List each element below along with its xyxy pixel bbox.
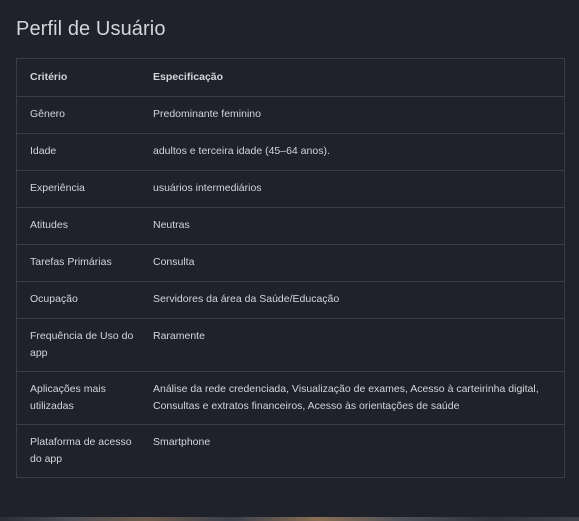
table-row: Frequência de Uso do app Raramente: [17, 318, 564, 372]
row-specification: Smartphone: [153, 436, 211, 448]
table-row: Idade adultos e terceira idade (45–64 an…: [17, 133, 564, 171]
row-specification: Consulta: [140, 244, 564, 282]
row-criterion: Gênero: [17, 96, 140, 134]
row-criterion: Experiência: [17, 170, 140, 208]
row-criterion: Frequência de Uso do app: [17, 318, 140, 372]
profile-table: Critério Especificação Gênero Predominan…: [17, 59, 564, 477]
table-row: Atitudes Neutras: [17, 207, 564, 245]
row-specification: Análise da rede credenciada, Visualizaçã…: [140, 371, 564, 425]
bottom-image-strip: [0, 517, 579, 521]
table-header-row: Critério Especificação: [17, 59, 564, 97]
table-row: Ocupação Servidores da área da Saúde/Edu…: [17, 281, 564, 319]
row-specification: usuários intermediários: [140, 170, 564, 208]
user-profile-table: Critério Especificação Gênero Predominan…: [16, 58, 565, 478]
table-row: Tarefas Primárias Consulta: [17, 244, 564, 282]
row-criterion: Atitudes: [17, 207, 140, 245]
row-specification: Predominante feminino: [140, 96, 564, 134]
header-criterio: Critério: [17, 59, 140, 97]
table-row: Experiência usuários intermediários: [17, 170, 564, 208]
row-criterion: Tarefas Primárias: [17, 244, 140, 282]
row-criterion: Plataforma de acesso do app: [30, 436, 132, 465]
row-specification: Raramente: [140, 318, 564, 372]
table-row: Plataforma de acesso do app Smartphone: [17, 425, 564, 478]
row-specification: Servidores da área da Saúde/Educação: [140, 281, 564, 319]
table-row: Gênero Predominante feminino: [17, 96, 564, 134]
row-criterion: Idade: [17, 133, 140, 171]
table-row: Aplicações mais utilizadas Análise da re…: [17, 371, 564, 425]
row-criterion: Aplicações mais utilizadas: [17, 371, 140, 425]
row-specification: Neutras: [140, 207, 564, 245]
row-specification: adultos e terceira idade (45–64 anos).: [140, 133, 564, 171]
row-criterion: Ocupação: [17, 281, 140, 319]
header-especificacao: Especificação: [140, 59, 564, 97]
page-title: Perfil de Usuário: [16, 18, 166, 40]
